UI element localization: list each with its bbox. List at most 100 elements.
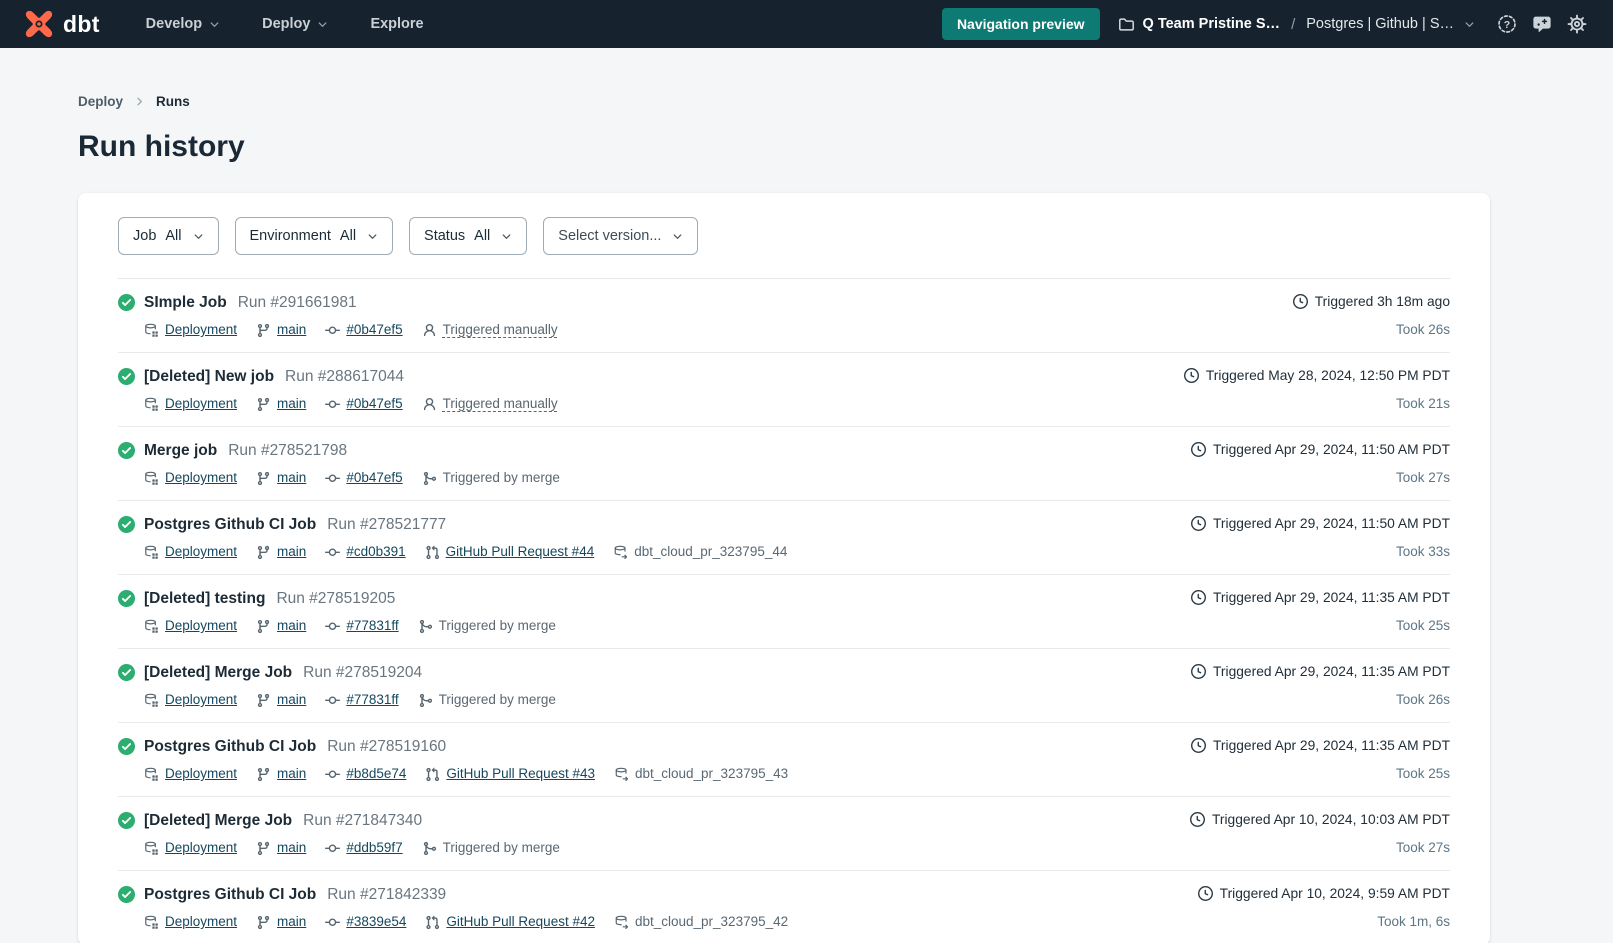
job-name-link[interactable]: Postgres Github CI Job — [144, 514, 316, 535]
job-name-link[interactable]: Merge job — [144, 440, 217, 461]
version-filter[interactable]: Select version... — [543, 217, 698, 255]
clock-icon — [1190, 812, 1205, 827]
clock-icon — [1198, 886, 1213, 901]
commit-link[interactable]: #b8d5e74 — [346, 764, 406, 784]
triggered-time: Triggered 3h 18m ago — [1315, 294, 1450, 309]
environment-link[interactable]: Deployment — [165, 542, 237, 562]
commit-link[interactable]: #ddb59f7 — [346, 838, 402, 858]
environment-link[interactable]: Deployment — [165, 690, 237, 710]
triggered-time: Triggered Apr 29, 2024, 11:35 AM PDT — [1213, 590, 1450, 605]
trigger-text: Triggered by merge — [439, 616, 556, 636]
branch-link[interactable]: main — [277, 468, 306, 488]
commit-link[interactable]: #0b47ef5 — [346, 320, 402, 340]
environment-icon — [144, 767, 159, 782]
git-commit-icon — [325, 619, 340, 634]
branch-link[interactable]: main — [277, 320, 306, 340]
clock-icon — [1191, 590, 1206, 605]
branch-link[interactable]: main — [277, 616, 306, 636]
job-name-link[interactable]: [Deleted] New job — [144, 366, 274, 387]
top-nav: dbt Develop Deploy Explore Navigation pr… — [0, 0, 1613, 48]
run-number[interactable]: Run #278521777 — [327, 514, 446, 535]
job-name-link[interactable]: [Deleted] Merge Job — [144, 810, 292, 831]
run-number[interactable]: Run #278519204 — [303, 662, 422, 683]
branch-link[interactable]: main — [277, 764, 306, 784]
pull-request-link[interactable]: GitHub Pull Request #43 — [446, 764, 595, 784]
gear-icon[interactable] — [1567, 14, 1587, 34]
project-switcher[interactable]: Q Team Pristine S… / Postgres | Github |… — [1118, 16, 1475, 33]
git-branch-icon — [256, 619, 271, 634]
commit-link[interactable]: #77831ff — [346, 690, 398, 710]
commit-link[interactable]: #cd0b391 — [346, 542, 405, 562]
trigger-text: Triggered manually — [443, 320, 558, 340]
branch-link[interactable]: main — [277, 394, 306, 414]
folder-icon — [1118, 16, 1135, 33]
chevron-down-icon — [1464, 19, 1475, 30]
environment-link[interactable]: Deployment — [165, 616, 237, 636]
branch-link[interactable]: main — [277, 838, 306, 858]
commit-link[interactable]: #3839e54 — [346, 912, 406, 932]
branch-link[interactable]: main — [277, 690, 306, 710]
branch-link[interactable]: main — [277, 542, 306, 562]
breadcrumb-runs: Runs — [156, 94, 190, 109]
run-number[interactable]: Run #278519160 — [327, 736, 446, 757]
pull-request-link[interactable]: GitHub Pull Request #42 — [446, 912, 595, 932]
commit-link[interactable]: #0b47ef5 — [346, 394, 402, 414]
environment-filter[interactable]: Environment All — [235, 217, 394, 255]
run-number[interactable]: Run #278521798 — [228, 440, 347, 461]
git-commit-icon — [325, 471, 340, 486]
nav-explore[interactable]: Explore — [370, 16, 423, 32]
triggered-time: Triggered Apr 29, 2024, 11:50 AM PDT — [1213, 442, 1450, 457]
job-name-link[interactable]: SImple Job — [144, 292, 227, 313]
pull-request-link[interactable]: GitHub Pull Request #44 — [446, 542, 595, 562]
schema-name: dbt_cloud_pr_323795_44 — [634, 542, 787, 562]
dbt-logo[interactable]: dbt — [24, 9, 100, 39]
breadcrumb-deploy[interactable]: Deploy — [78, 94, 123, 109]
job-name-link[interactable]: Postgres Github CI Job — [144, 884, 316, 905]
environment-icon — [144, 545, 159, 560]
git-commit-icon — [325, 915, 340, 930]
triggered-time: Triggered Apr 29, 2024, 11:35 AM PDT — [1213, 664, 1450, 679]
environment-icon — [144, 619, 159, 634]
nav-develop[interactable]: Develop — [146, 16, 220, 32]
commit-link[interactable]: #77831ff — [346, 616, 398, 636]
git-merge-icon — [418, 619, 433, 634]
environment-link[interactable]: Deployment — [165, 468, 237, 488]
top-nav-icons — [1497, 14, 1587, 34]
clock-icon — [1191, 516, 1206, 531]
git-branch-icon — [256, 323, 271, 338]
nav-deploy[interactable]: Deploy — [262, 16, 328, 32]
job-name-link[interactable]: [Deleted] testing — [144, 588, 265, 609]
run-row: SImple Job Run #291661981 Deployment mai… — [118, 279, 1450, 353]
run-number[interactable]: Run #288617044 — [285, 366, 404, 387]
run-number[interactable]: Run #271842339 — [327, 884, 446, 905]
navigation-preview-button[interactable]: Navigation preview — [942, 8, 1100, 40]
run-success-icon — [118, 294, 135, 340]
environment-link[interactable]: Deployment — [165, 912, 237, 932]
run-number[interactable]: Run #291661981 — [238, 292, 357, 313]
run-number[interactable]: Run #271847340 — [303, 810, 422, 831]
environment-icon — [144, 915, 159, 930]
run-number[interactable]: Run #278519205 — [276, 588, 395, 609]
job-filter[interactable]: Job All — [118, 217, 219, 255]
job-filter-label: Job — [133, 228, 156, 244]
branch-link[interactable]: main — [277, 912, 306, 932]
triggered-time: Triggered Apr 29, 2024, 11:50 AM PDT — [1213, 516, 1450, 531]
git-branch-icon — [256, 767, 271, 782]
feedback-icon[interactable] — [1532, 14, 1552, 34]
status-filter[interactable]: Status All — [409, 217, 527, 255]
environment-link[interactable]: Deployment — [165, 394, 237, 414]
chevron-down-icon — [193, 231, 204, 242]
environment-link[interactable]: Deployment — [165, 838, 237, 858]
main-menu: Develop Deploy Explore — [146, 16, 424, 32]
page-title: Run history — [78, 130, 1490, 164]
pull-request-icon — [425, 545, 440, 560]
commit-link[interactable]: #0b47ef5 — [346, 468, 402, 488]
environment-icon — [144, 397, 159, 412]
environment-icon — [144, 841, 159, 856]
environment-link[interactable]: Deployment — [165, 764, 237, 784]
environment-link[interactable]: Deployment — [165, 320, 237, 340]
job-name-link[interactable]: [Deleted] Merge Job — [144, 662, 292, 683]
status-filter-label: Status — [424, 228, 465, 244]
job-name-link[interactable]: Postgres Github CI Job — [144, 736, 316, 757]
help-icon[interactable] — [1497, 14, 1517, 34]
